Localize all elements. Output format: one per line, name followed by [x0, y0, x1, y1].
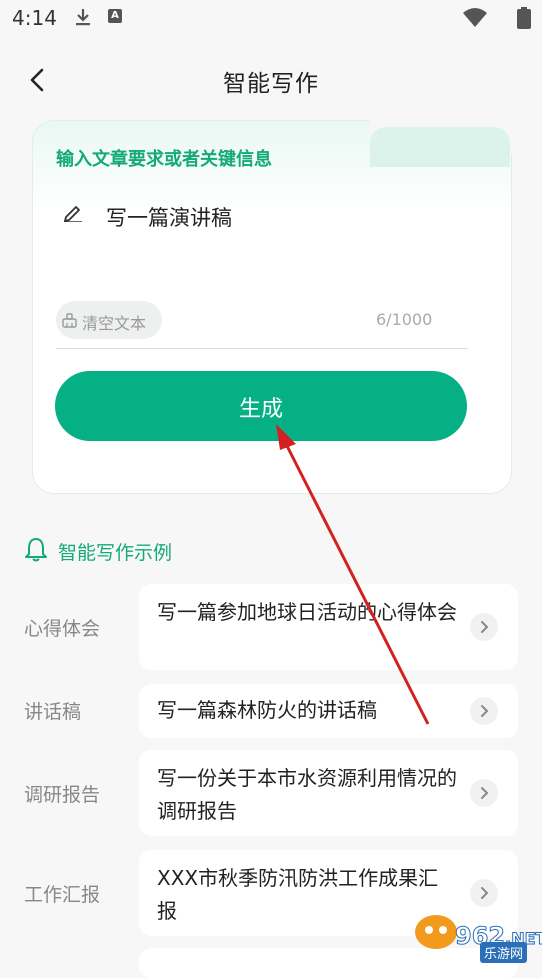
example-item[interactable]: 写一篇森林防火的讲话稿	[139, 684, 518, 738]
battery-icon	[517, 7, 531, 29]
example-category: 工作汇报	[24, 884, 101, 906]
example-text: 写一份关于本市水资源利用情况的调研报告	[157, 766, 457, 823]
example-text: XXX市秋季防汛防洪工作成果汇报	[157, 866, 439, 923]
chevron-right-icon	[470, 779, 498, 807]
status-time: 4:14	[12, 6, 57, 30]
watermark-logo	[415, 915, 457, 949]
generate-label: 生成	[238, 397, 283, 422]
char-counter: 6/1000	[376, 310, 433, 329]
wifi-icon	[463, 8, 487, 27]
example-text: 写一篇森林防火的讲话稿	[157, 698, 377, 722]
chevron-right-icon	[470, 697, 498, 725]
chevron-right-icon	[470, 879, 498, 907]
example-category: 调研报告	[24, 784, 101, 806]
page-title: 智能写作	[223, 71, 319, 97]
download-icon	[76, 9, 90, 26]
example-category: 心得体会	[24, 618, 101, 640]
notification-a-icon: A	[108, 9, 122, 23]
bell-icon	[25, 538, 47, 562]
examples-title: 智能写作示例	[58, 542, 173, 564]
pencil-icon	[64, 206, 82, 222]
chevron-right-icon	[470, 613, 498, 641]
example-item[interactable]: 写一篇参加地球日活动的心得体会	[139, 584, 518, 670]
composer-label: 输入文章要求或者关键信息	[56, 149, 272, 170]
example-item-partial[interactable]	[139, 948, 518, 978]
card-tab-decoration	[370, 127, 510, 167]
watermark-subtext: 乐游网	[480, 942, 528, 963]
broom-icon	[62, 313, 77, 328]
requirement-input[interactable]: 写一篇演讲稿	[106, 202, 232, 232]
input-divider	[56, 348, 468, 349]
example-item[interactable]: 写一份关于本市水资源利用情况的调研报告	[139, 750, 518, 836]
example-text: 写一篇参加地球日活动的心得体会	[157, 600, 457, 624]
example-category: 讲话稿	[24, 701, 82, 723]
clear-text-label: 清空文本	[82, 314, 147, 333]
